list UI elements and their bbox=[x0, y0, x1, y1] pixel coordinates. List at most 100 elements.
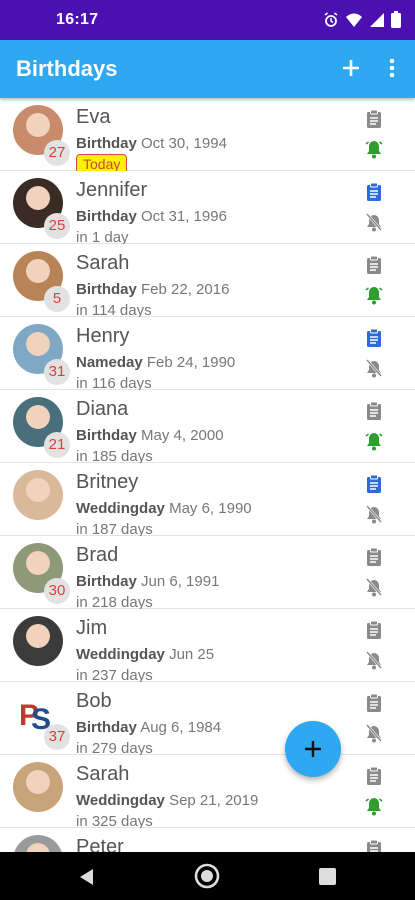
avatar bbox=[13, 835, 63, 852]
person-name: Jennifer bbox=[76, 179, 148, 201]
list-item[interactable]: 21 Diana Birthday May 4, 2000 in 185 days bbox=[0, 390, 415, 465]
bell-ringing-icon[interactable] bbox=[365, 285, 383, 305]
event-line: Birthday Jun 6, 1991 bbox=[76, 573, 219, 590]
battery-icon bbox=[391, 11, 401, 28]
back-icon[interactable] bbox=[79, 868, 95, 886]
status-icons bbox=[323, 11, 401, 28]
event-date: Sep 21, 2019 bbox=[169, 792, 259, 809]
event-line: Birthday Oct 30, 1994 bbox=[76, 135, 227, 152]
clipboard-icon[interactable] bbox=[366, 401, 382, 421]
bell-ringing-icon[interactable] bbox=[365, 431, 383, 451]
clipboard-icon[interactable] bbox=[366, 766, 382, 786]
event-date: Jun 6, 1991 bbox=[141, 573, 220, 590]
birthday-list[interactable]: 27 Eva Birthday Oct 30, 1994 Today 25 Jennife… bbox=[0, 98, 415, 852]
avatar bbox=[13, 470, 63, 520]
person-name: Peter bbox=[76, 836, 124, 852]
list-item[interactable]: Sarah Weddingday Sep 21, 2019 in 325 days bbox=[0, 755, 415, 830]
more-vert-icon[interactable] bbox=[382, 54, 402, 82]
list-item[interactable]: P S 37 Bob Birthday Aug 6, 1984 in 279 days bbox=[0, 682, 415, 757]
event-line: Birthday Aug 6, 1984 bbox=[76, 719, 221, 736]
list-item[interactable]: 30 Brad Birthday Jun 6, 1991 in 218 days bbox=[0, 536, 415, 611]
person-name: Eva bbox=[76, 106, 111, 128]
person-name: Diana bbox=[76, 398, 129, 420]
clipboard-icon[interactable] bbox=[366, 255, 382, 275]
list-item[interactable]: Britney Weddingday May 6, 1990 in 187 days bbox=[0, 463, 415, 538]
clipboard-icon[interactable] bbox=[366, 693, 382, 713]
recents-icon[interactable] bbox=[319, 868, 336, 885]
bell-ringing-icon[interactable] bbox=[365, 796, 383, 816]
add-icon[interactable] bbox=[337, 54, 365, 82]
event-date: Oct 31, 1996 bbox=[141, 208, 227, 225]
person-name: Henry bbox=[76, 325, 130, 347]
clipboard-icon[interactable] bbox=[366, 328, 382, 348]
event-line: Birthday May 4, 2000 bbox=[76, 427, 224, 444]
person-name: Sarah bbox=[76, 252, 130, 274]
system-nav-bar bbox=[0, 852, 415, 900]
add-fab-button[interactable] bbox=[285, 721, 341, 777]
event-type: Nameday bbox=[76, 354, 143, 371]
clipboard-icon[interactable] bbox=[366, 109, 382, 129]
bell-off-icon[interactable] bbox=[365, 358, 383, 378]
event-type: Birthday bbox=[76, 573, 137, 590]
person-name: Bob bbox=[76, 690, 112, 712]
bell-ringing-icon[interactable] bbox=[365, 139, 383, 159]
status-bar: 16:17 bbox=[0, 0, 415, 40]
list-item[interactable]: 27 Eva Birthday Oct 30, 1994 Today bbox=[0, 98, 415, 174]
person-name: Jim bbox=[76, 617, 108, 639]
person-name: Brad bbox=[76, 544, 119, 566]
event-type: Weddingday bbox=[76, 646, 165, 663]
list-item[interactable]: 25 Jennifer Birthday Oct 31, 1996 in 1 day bbox=[0, 171, 415, 246]
event-date: Aug 6, 1984 bbox=[140, 719, 222, 736]
clipboard-icon[interactable] bbox=[366, 547, 382, 567]
event-date: Feb 24, 1990 bbox=[146, 354, 236, 371]
event-line: Birthday Oct 31, 1996 bbox=[76, 208, 227, 225]
age-badge: 21 bbox=[44, 432, 70, 458]
event-type: Birthday bbox=[76, 135, 137, 152]
event-line: Weddingday Jun 25 bbox=[76, 646, 214, 663]
signal-icon bbox=[370, 12, 384, 27]
age-badge: 5 bbox=[44, 286, 70, 312]
age-badge: 25 bbox=[44, 213, 70, 239]
page-title: Birthdays bbox=[16, 56, 118, 81]
event-date: Oct 30, 1994 bbox=[141, 135, 227, 152]
event-line: Nameday Feb 24, 1990 bbox=[76, 354, 235, 371]
avatar bbox=[13, 762, 63, 812]
event-date: Feb 22, 2016 bbox=[141, 281, 230, 298]
event-type: Weddingday bbox=[76, 500, 165, 517]
event-date: May 6, 1990 bbox=[169, 500, 252, 517]
clipboard-icon[interactable] bbox=[366, 474, 382, 494]
event-type: Birthday bbox=[76, 208, 137, 225]
event-line: Weddingday May 6, 1990 bbox=[76, 500, 252, 517]
list-item[interactable]: 5 Sarah Birthday Feb 22, 2016 in 114 days bbox=[0, 244, 415, 319]
bell-off-icon[interactable] bbox=[365, 577, 383, 597]
plus-icon bbox=[305, 741, 321, 757]
alarm-icon bbox=[324, 11, 338, 27]
status-time: 16:17 bbox=[56, 11, 99, 28]
bell-off-icon[interactable] bbox=[365, 650, 383, 670]
person-name: Britney bbox=[76, 471, 139, 493]
avatar bbox=[13, 616, 63, 666]
bell-off-icon[interactable] bbox=[365, 723, 383, 743]
event-line: Weddingday Sep 21, 2019 bbox=[76, 792, 258, 809]
event-date: May 4, 2000 bbox=[141, 427, 224, 444]
event-type: Birthday bbox=[76, 281, 137, 298]
bell-off-icon[interactable] bbox=[365, 212, 383, 232]
bell-off-icon[interactable] bbox=[365, 504, 383, 524]
event-type: Birthday bbox=[76, 719, 137, 736]
list-item[interactable]: Peter bbox=[0, 828, 415, 852]
clipboard-icon[interactable] bbox=[366, 182, 382, 202]
list-item[interactable]: 31 Henry Nameday Feb 24, 1990 in 116 days bbox=[0, 317, 415, 392]
app-bar: Birthdays bbox=[0, 40, 415, 98]
age-badge: 37 bbox=[44, 724, 70, 750]
event-type: Birthday bbox=[76, 427, 137, 444]
event-line: Birthday Feb 22, 2016 bbox=[76, 281, 229, 298]
age-badge: 31 bbox=[44, 359, 70, 385]
clipboard-icon[interactable] bbox=[366, 839, 382, 852]
list-item[interactable]: Jim Weddingday Jun 25 in 237 days bbox=[0, 609, 415, 684]
clipboard-icon[interactable] bbox=[366, 620, 382, 640]
wifi-icon bbox=[346, 13, 362, 27]
event-type: Weddingday bbox=[76, 792, 165, 809]
age-badge: 30 bbox=[44, 578, 70, 604]
person-name: Sarah bbox=[76, 763, 130, 785]
home-icon[interactable] bbox=[193, 862, 221, 890]
